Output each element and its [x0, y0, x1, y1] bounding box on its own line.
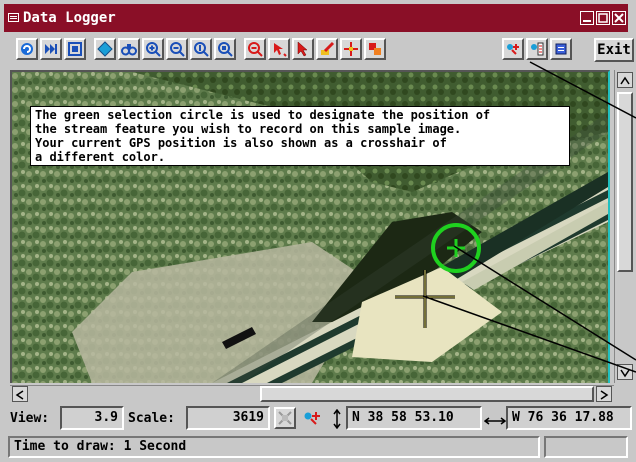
data-logger-window: Data Logger Exit The green selection cir… — [0, 0, 636, 462]
scroll-down-icon[interactable] — [617, 364, 633, 380]
minimize-icon[interactable] — [580, 11, 594, 25]
scroll-right-icon[interactable] — [596, 386, 612, 402]
horizontal-scroll-thumb[interactable] — [260, 386, 594, 402]
horizontal-scrollbar[interactable] — [10, 385, 614, 403]
image-view[interactable]: The green selection circle is used to de… — [10, 70, 610, 383]
longitude-field[interactable]: W 76 36 17.88 — [506, 406, 632, 430]
zoom-box-icon — [218, 42, 233, 57]
arrow-select-button[interactable] — [292, 38, 314, 60]
gps-position-icon[interactable] — [302, 409, 322, 431]
layer-icon — [369, 43, 381, 55]
maximize-icon[interactable] — [596, 11, 610, 25]
scale-lock-icon — [278, 411, 292, 425]
diamond-icon — [97, 41, 113, 57]
full-view-icon — [68, 42, 82, 56]
exit-button[interactable]: Exit — [594, 38, 634, 62]
window-icon — [555, 43, 567, 55]
gps-log-icon — [507, 44, 519, 55]
window-menu-icon[interactable] — [8, 13, 19, 22]
zoom-1x-icon — [194, 42, 209, 57]
close-icon[interactable] — [612, 11, 626, 25]
scale-lock-button[interactable] — [274, 407, 296, 429]
move-select-icon — [274, 43, 287, 57]
zoom-tool-button[interactable] — [244, 38, 266, 60]
latitude-direction-icon — [332, 408, 342, 433]
gps-log-button[interactable] — [502, 38, 524, 60]
skip-icon — [45, 44, 57, 54]
vertical-scrollbar[interactable] — [614, 70, 634, 383]
scroll-up-icon[interactable] — [617, 72, 633, 88]
instruction-note: The green selection circle is used to de… — [30, 106, 570, 166]
layer-button[interactable] — [364, 38, 386, 60]
edit-tool-button[interactable] — [316, 38, 338, 60]
view-field[interactable]: 3.9 — [60, 406, 124, 430]
move-select-button[interactable] — [268, 38, 290, 60]
zoom-1x-button[interactable] — [190, 38, 212, 60]
skip-button[interactable] — [40, 38, 62, 60]
zoom-in-button[interactable] — [142, 38, 164, 60]
zoom-box-button[interactable] — [214, 38, 236, 60]
full-view-button[interactable] — [64, 38, 86, 60]
gps-crosshair-icon — [344, 42, 358, 56]
status-message: Time to draw: 1 Second — [8, 436, 540, 458]
redraw-icon — [21, 43, 33, 55]
status-row: View: 3.9 Scale: 3619 N 38 58 53.10 W 76… — [8, 406, 632, 432]
window-button[interactable] — [550, 38, 572, 60]
diamond-button[interactable] — [94, 38, 116, 60]
gps-settings-icon — [531, 42, 544, 56]
longitude-direction-icon — [483, 412, 507, 431]
scale-field[interactable]: 3619 — [186, 406, 270, 430]
window-title: Data Logger — [23, 10, 116, 26]
zoom-out-button[interactable] — [166, 38, 188, 60]
toolbar: Exit — [8, 36, 634, 66]
arrow-select-icon — [297, 41, 308, 57]
vertical-scroll-thumb[interactable] — [617, 92, 633, 272]
gps-settings-button[interactable] — [526, 38, 548, 60]
gps-crosshair-button[interactable] — [340, 38, 362, 60]
title-bar[interactable]: Data Logger — [4, 4, 628, 32]
status-message-secondary — [544, 436, 628, 458]
scale-label: Scale: — [128, 411, 175, 426]
scroll-left-icon[interactable] — [12, 386, 28, 402]
binoculars-icon — [121, 44, 137, 56]
view-label: View: — [10, 411, 50, 426]
latitude-field[interactable]: N 38 58 53.10 — [346, 406, 482, 430]
zoom-tool-icon — [248, 42, 263, 57]
edit-tool-icon — [321, 41, 335, 55]
binoculars-button[interactable] — [118, 38, 140, 60]
zoom-in-icon — [146, 42, 161, 57]
redraw-button[interactable] — [16, 38, 38, 60]
zoom-out-icon — [170, 42, 185, 57]
